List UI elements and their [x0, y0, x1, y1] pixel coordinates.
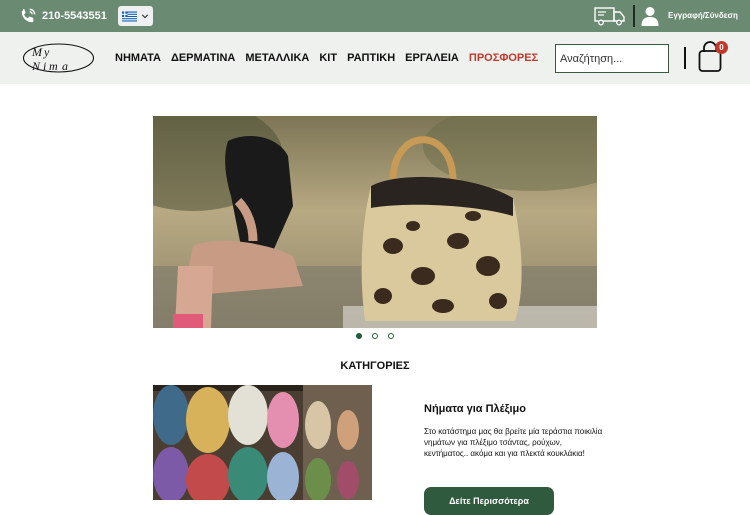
see-more-button[interactable]: Δείτε Περισσότερα [424, 487, 554, 515]
chevron-down-icon [141, 14, 149, 19]
svg-text:i: i [43, 59, 46, 73]
carousel-dot-3[interactable] [388, 333, 394, 339]
svg-text:N: N [31, 59, 41, 73]
greek-flag-icon [122, 11, 137, 21]
nav-item-yarns[interactable]: ΝΗΜΑΤΑ [115, 52, 161, 64]
yarn-spools-photo [153, 385, 372, 500]
nav-item-offers[interactable]: ΠΡΟΣΦΟΡΕΣ [469, 52, 538, 64]
site-logo[interactable]: M y N i m a [22, 41, 95, 75]
hero-banner-image [153, 116, 597, 328]
user-icon[interactable] [641, 6, 659, 26]
carousel-dot-2[interactable] [372, 333, 378, 339]
svg-text:y: y [43, 45, 50, 59]
cart-count-badge: 0 [715, 41, 728, 54]
carousel-dot-1[interactable] [356, 333, 362, 339]
phone-number: 210-5543551 [42, 10, 107, 22]
login-register-link[interactable]: Εγγραφή/Σύνδεση [668, 11, 738, 20]
nav-item-leather[interactable]: ΔΕΡΜΑΤΙΝΑ [171, 52, 235, 64]
phone-icon [21, 8, 36, 23]
top-bar: 210-5543551 Εγγραφή/Σύνδεση [0, 0, 750, 32]
category-image[interactable] [153, 385, 372, 500]
category-description: Στο κατάστημα μας θα βρείτε μία τεράστια… [424, 427, 603, 458]
header-divider [684, 47, 686, 69]
categories-heading: ΚΑΤΗΓΟΡΙΕΣ [340, 360, 410, 372]
nav-item-kits[interactable]: ΚΙΤ [319, 52, 337, 64]
nav-item-metal[interactable]: ΜΕΤΑΛΛΙΚΑ [245, 52, 309, 64]
svg-text:m: m [49, 59, 58, 73]
language-selector[interactable] [118, 6, 153, 26]
main-navigation: ΝΗΜΑΤΑ ΔΕΡΜΑΤΙΝΑ ΜΕΤΑΛΛΙΚΑ ΚΙΤ ΡΑΠΤΙΚΗ Ε… [115, 52, 548, 64]
topbar-divider [633, 5, 635, 27]
phone-link[interactable]: 210-5543551 [18, 6, 107, 26]
category-name: Νήματα για Πλέξιμο [424, 403, 526, 415]
svg-text:a: a [62, 59, 68, 73]
nav-item-tools[interactable]: ΕΡΓΑΛΕΙΑ [405, 52, 459, 64]
nav-item-sewing[interactable]: ΡΑΠΤΙΚΗ [347, 52, 395, 64]
carousel-dots [356, 333, 394, 339]
svg-text:M: M [31, 45, 43, 59]
search-input[interactable] [555, 44, 669, 73]
main-header: M y N i m a ΝΗΜΑΤΑ ΔΕΡΜΑΤΙΝΑ ΜΕΤΑΛΛΙΚΑ Κ… [0, 32, 750, 84]
crochet-bag-photo [153, 116, 597, 328]
shipping-truck-icon [594, 7, 625, 26]
